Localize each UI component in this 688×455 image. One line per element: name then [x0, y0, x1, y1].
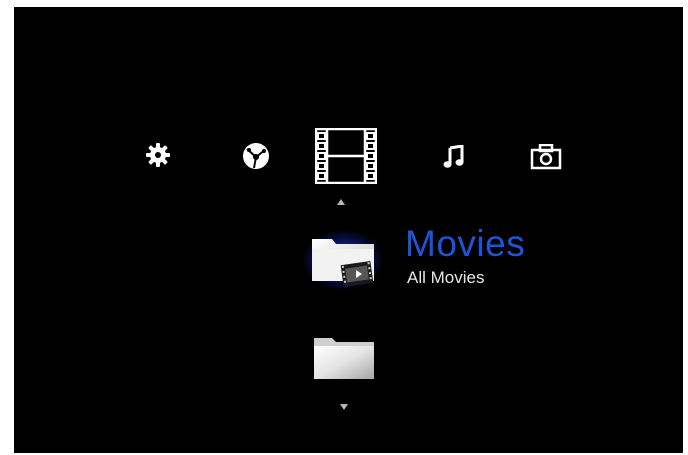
movie-folder-icon[interactable]: [302, 227, 386, 295]
camera-icon[interactable]: [530, 144, 562, 170]
media-player-screen: Movies All Movies: [14, 7, 683, 453]
folder-icon[interactable]: [312, 335, 376, 385]
music-note-icon[interactable]: [443, 145, 465, 169]
scroll-up-arrow-icon[interactable]: [337, 199, 345, 205]
gear-icon[interactable]: [145, 142, 171, 168]
film-strip-icon[interactable]: [315, 128, 377, 184]
selected-item-subtitle: All Movies: [407, 268, 485, 287]
selected-item-title: Movies: [405, 223, 526, 264]
globe-icon[interactable]: [241, 141, 271, 171]
scroll-down-arrow-icon[interactable]: [340, 404, 348, 410]
